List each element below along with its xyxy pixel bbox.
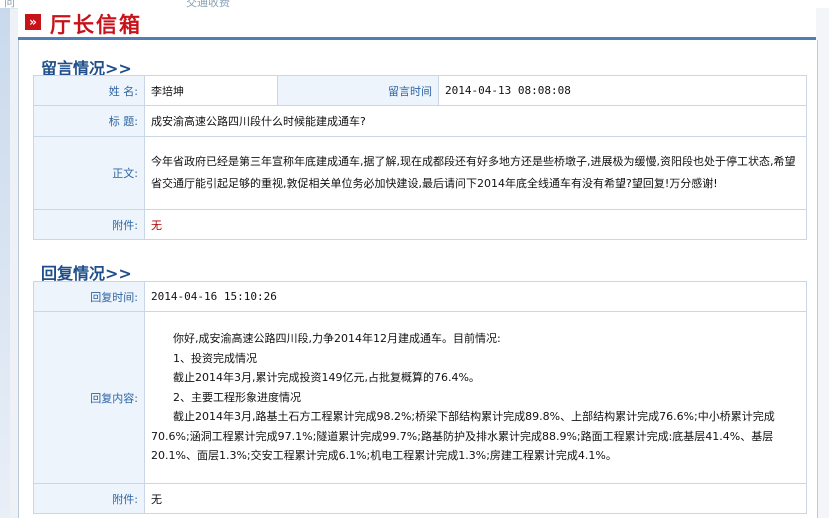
table-row: 附件: 无 [33,209,807,240]
message-time-value: 2014-04-13 08:08:08 [438,75,807,106]
attachment-label: 附件: [33,209,145,240]
reply-line: 你好,成安渝高速公路四川段,力争2014年12月建成通车。目前情况: [173,332,501,346]
body-label: 正文: [33,136,145,210]
message-time-label: 留言时间 [277,75,439,106]
name-label: 姓 名: [33,75,145,106]
table-row: 回复内容: 你好,成安渝高速公路四川段,力争2014年12月建成通车。目前情况:… [33,311,807,484]
reply-content-label: 回复内容: [33,311,145,484]
subject-value: 成安渝高速公路四川段什么时候能建成通车? [144,105,807,137]
reply-attachment-value: 无 [144,483,807,514]
header: » 厅长信箱 [18,8,816,40]
message-table: 姓 名: 李培坤 留言时间 2014-04-13 08:08:08 标 题: 成… [33,75,807,240]
table-row: 标 题: 成安渝高速公路四川段什么时候能建成通车? [33,105,807,137]
table-row: 姓 名: 李培坤 留言时间 2014-04-13 08:08:08 [33,75,807,106]
table-row: 回复时间: 2014-04-16 15:10:26 [33,281,807,312]
reply-table: 回复时间: 2014-04-16 15:10:26 回复内容: 你好,成安渝高速… [33,281,807,514]
reply-content: 你好,成安渝高速公路四川段,力争2014年12月建成通车。目前情况: 1、投资完… [144,311,807,484]
reply-line: 截止2014年3月,路基土石方工程累计完成98.2%;桥梁下部结构累计完成89.… [151,410,775,463]
reply-line: 2、主要工程形象进度情况 [173,390,301,404]
page-title: 厅长信箱 [50,13,142,37]
left-edge [0,8,10,518]
content-panel: 留言情况>> 姓 名: 李培坤 留言时间 2014-04-13 08:08:08… [18,40,818,518]
reply-line: 1、投资完成情况 [173,351,257,365]
subject-label: 标 题: [33,105,145,137]
reply-attachment-label: 附件: [33,483,145,514]
double-chevron-icon: » [25,14,41,30]
body-value: 今年省政府已经是第三年宣称年底建成通车,据了解,现在成都段还有好多地方还是些桥墩… [144,136,807,210]
table-row: 附件: 无 [33,483,807,514]
name-value: 李培坤 [144,75,278,106]
reply-time-value: 2014-04-16 15:10:26 [144,281,807,312]
reply-line: 截止2014年3月,累计完成投资149亿元,占批复概算的76.4%。 [173,371,480,385]
reply-time-label: 回复时间: [33,281,145,312]
table-row: 正文: 今年省政府已经是第三年宣称年底建成通车,据了解,现在成都段还有好多地方还… [33,136,807,210]
attachment-value: 无 [144,209,807,240]
